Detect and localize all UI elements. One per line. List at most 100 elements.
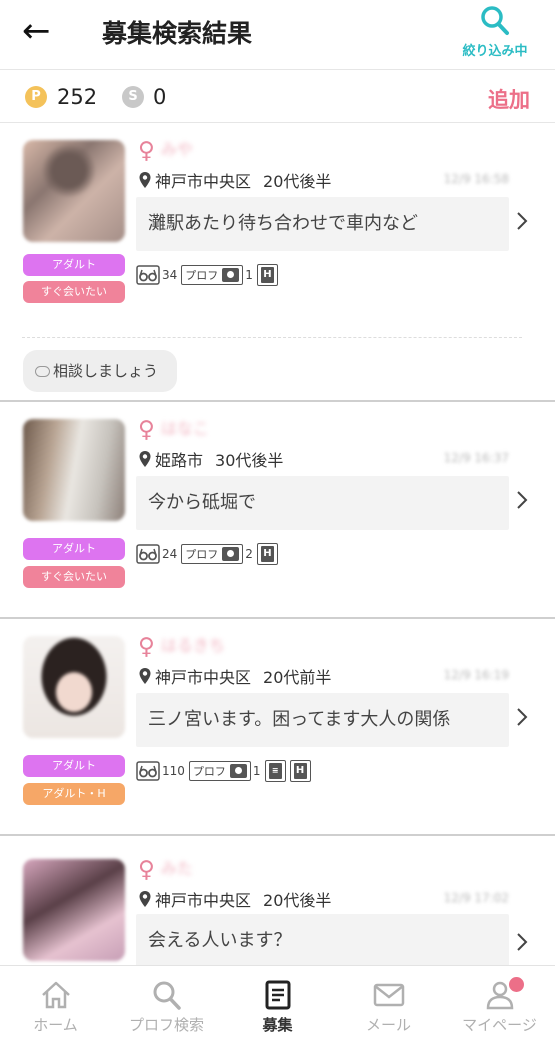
location-line: 姫路市 30代後半 — [138, 447, 283, 471]
location-text: 神戸市中央区 — [155, 668, 252, 687]
photo-count: 2 — [245, 547, 253, 561]
message-preview[interactable]: 三ノ宮います。困ってます大人の関係 — [136, 693, 509, 747]
nav-recruit[interactable]: 募集 — [222, 966, 333, 1045]
location-line: 神戸市中央区 20代後半 — [138, 168, 331, 192]
camera-icon — [222, 547, 240, 561]
age-text: 20代後半 — [263, 172, 332, 191]
camera-icon — [229, 764, 247, 778]
map-pin-icon — [139, 668, 151, 684]
nav-mypage-label: マイページ — [462, 1016, 537, 1034]
chevron-right-icon[interactable] — [516, 706, 528, 728]
profile-photo-badge: プロフ — [188, 761, 251, 781]
name-line: ♀ はなこ — [138, 417, 209, 443]
avatar[interactable] — [23, 859, 125, 961]
nav-mypage[interactable]: マイページ — [444, 966, 555, 1045]
tag-meet-soon: すぐ会いたい — [23, 281, 125, 303]
p-point-value: 252 — [57, 85, 98, 109]
camera-icon — [222, 268, 240, 282]
search-icon — [481, 6, 509, 35]
add-points-button[interactable]: 追加 — [488, 84, 530, 114]
post-time: 12/9 16:19 — [443, 668, 509, 682]
glasses-icon — [136, 761, 160, 781]
message-preview[interactable]: 灘駅あたり待ち合わせで車内など — [136, 197, 509, 251]
location-line: 神戸市中央区 20代前半 — [138, 664, 331, 688]
h-badge-icon: H — [256, 264, 278, 286]
view-count: 34 — [162, 268, 178, 282]
list-document-icon — [265, 980, 290, 1010]
filter-label: 絞り込み中 — [462, 44, 528, 59]
tag-adult: アダルト — [23, 755, 125, 777]
view-count: 24 — [162, 547, 178, 561]
chevron-right-icon[interactable] — [516, 210, 528, 232]
name-line: ♀ みた — [138, 857, 193, 883]
female-icon: ♀ — [138, 857, 155, 883]
prof-label: プロフ — [192, 765, 226, 778]
consult-chip[interactable]: 相談しましょう — [23, 350, 177, 392]
user-name: はるきち — [160, 636, 225, 655]
page-title: 募集検索結果 — [102, 19, 253, 48]
divider — [22, 337, 522, 338]
chat-bubble-icon — [35, 366, 50, 377]
mail-icon — [373, 983, 404, 1007]
notification-dot — [509, 977, 524, 992]
consult-label: 相談しましょう — [53, 362, 159, 380]
nav-prof-search[interactable]: プロフ検索 — [111, 966, 222, 1045]
name-line: ♀ はるきち — [138, 634, 225, 660]
glasses-icon — [136, 265, 160, 285]
s-coin-icon: S — [122, 86, 144, 108]
nav-mail[interactable]: メール — [333, 966, 444, 1045]
age-text: 20代後半 — [263, 891, 332, 910]
view-count: 110 — [162, 764, 185, 778]
app-header: ← 募集検索結果 絞り込み中 — [0, 0, 555, 70]
nav-home[interactable]: ホーム — [0, 966, 111, 1045]
age-text: 30代後半 — [215, 451, 284, 470]
user-name: はなこ — [160, 419, 209, 438]
female-icon: ♀ — [138, 634, 155, 660]
location-text: 神戸市中央区 — [155, 891, 252, 910]
post-time: 12/9 17:02 — [443, 891, 509, 905]
nav-mail-label: メール — [365, 1016, 411, 1034]
prof-label: プロフ — [185, 548, 219, 561]
map-pin-icon — [139, 451, 151, 467]
p-coin-icon: P — [25, 86, 47, 108]
stats-row: 34 プロフ 1 H — [136, 264, 282, 286]
age-text: 20代前半 — [263, 668, 332, 687]
post-card[interactable]: アダルト アダルト・H ♀ はるきち 神戸市中央区 20代前半 12/9 16:1… — [0, 620, 555, 836]
bottom-nav: ホーム プロフ検索 募集 メール マイページ — [0, 965, 555, 1045]
post-card[interactable]: アダルト すぐ会いたい ♀ みや 神戸市中央区 20代後半 12/9 16:58 … — [0, 124, 555, 402]
document-badge-icon: ≡ — [264, 760, 286, 782]
chevron-right-icon[interactable] — [516, 489, 528, 511]
h-badge-icon: H — [256, 543, 278, 565]
post-card[interactable]: アダルト すぐ会いたい ♀ はなこ 姫路市 30代後半 12/9 16:37 今か… — [0, 403, 555, 619]
message-preview[interactable]: 今から砥堀で — [136, 476, 509, 530]
photo-count: 1 — [252, 764, 261, 778]
profile-photo-badge: プロフ — [181, 265, 244, 285]
location-text: 神戸市中央区 — [155, 172, 252, 191]
message-preview[interactable]: 会える人います？ — [136, 914, 509, 968]
avatar[interactable] — [23, 636, 125, 738]
female-icon: ♀ — [138, 417, 155, 443]
map-pin-icon — [139, 891, 151, 907]
user-name: みた — [160, 859, 193, 878]
nav-prof-search-label: プロフ検索 — [128, 1016, 204, 1034]
tag-adult: アダルト — [23, 254, 125, 276]
points-bar: P 252 S 0 追加 — [0, 71, 555, 123]
search-icon — [153, 981, 181, 1010]
post-card[interactable]: ♀ みた 神戸市中央区 20代後半 12/9 17:02 会える人います？ — [0, 837, 555, 968]
filter-button[interactable]: 絞り込み中 — [455, 4, 535, 59]
location-text: 姫路市 — [155, 451, 204, 470]
name-line: ♀ みや — [138, 138, 193, 164]
avatar[interactable] — [23, 140, 125, 242]
nav-recruit-label: 募集 — [262, 1016, 293, 1034]
stats-row: 24 プロフ 2 H — [136, 543, 282, 565]
s-point-value: 0 — [153, 85, 167, 109]
h-badge-icon: H — [289, 760, 311, 782]
back-arrow-icon[interactable]: ← — [22, 14, 51, 48]
post-time: 12/9 16:37 — [443, 451, 509, 465]
post-time: 12/9 16:58 — [443, 172, 509, 186]
map-pin-icon — [139, 172, 151, 188]
avatar[interactable] — [23, 419, 125, 521]
glasses-icon — [136, 544, 160, 564]
nav-home-label: ホーム — [33, 1016, 78, 1034]
chevron-right-icon[interactable] — [516, 931, 528, 953]
